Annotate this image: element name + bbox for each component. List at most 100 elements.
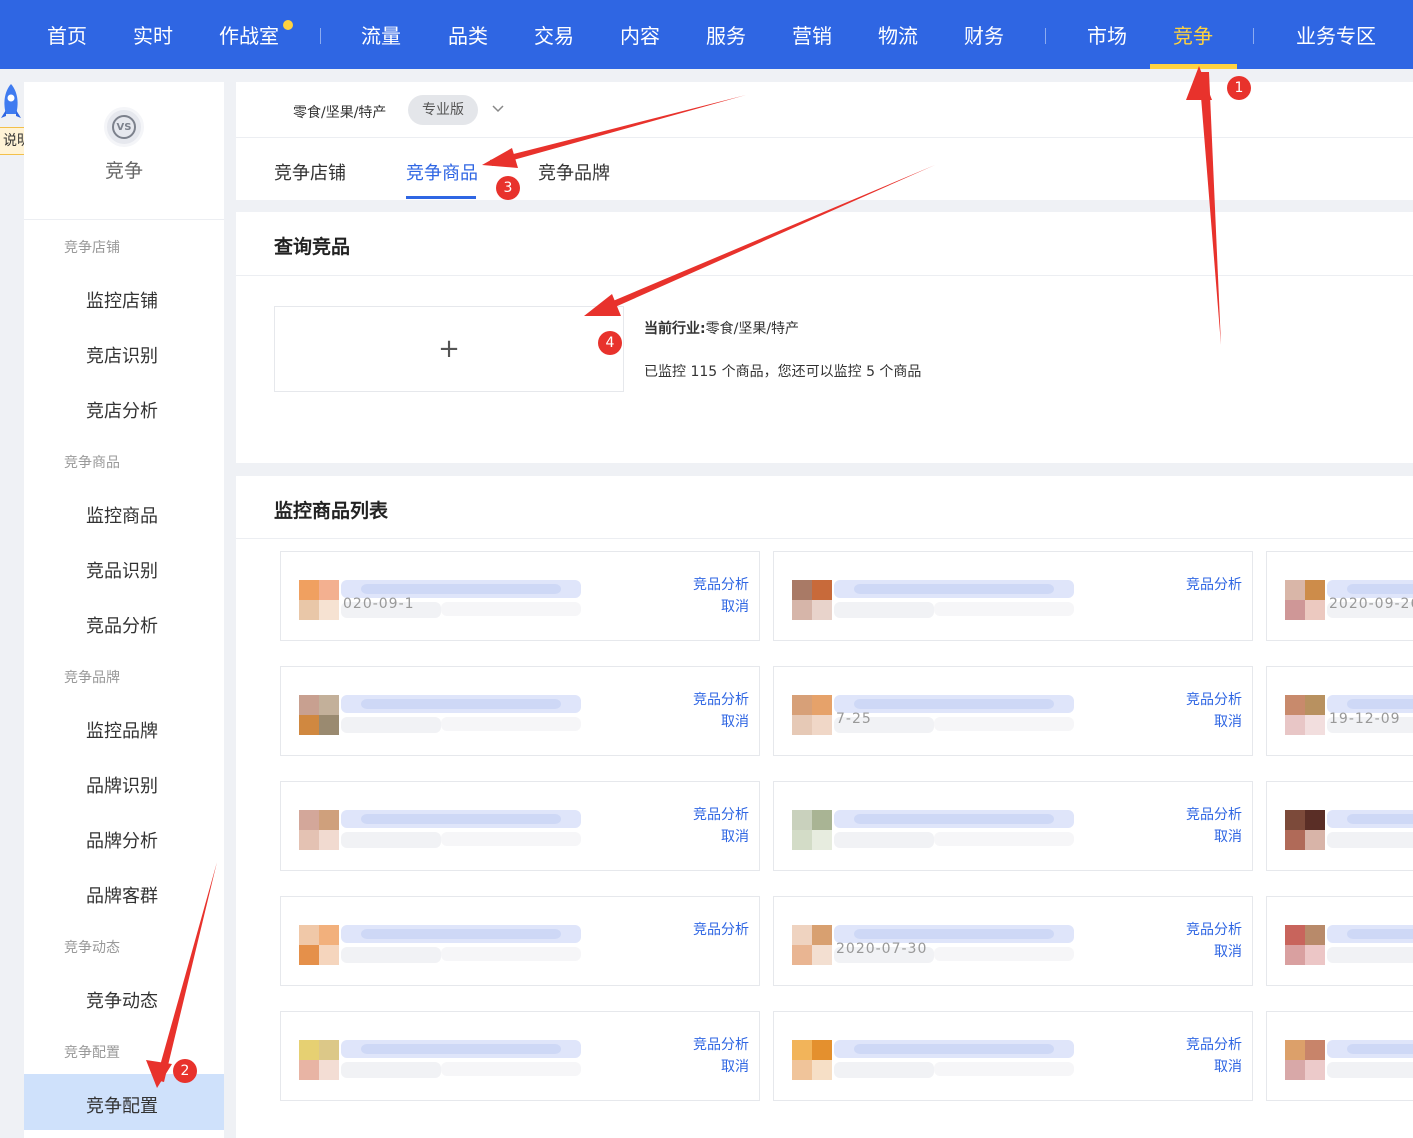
blurred-product-info: [792, 695, 1074, 735]
blurred-product-info: [792, 925, 1074, 965]
sidebar-group-shops: 竞争店铺: [64, 240, 120, 256]
partial-date-text: 2020-09-26: [1329, 596, 1413, 612]
product-card[interactable]: 竞品分析 取消: [280, 1011, 760, 1101]
nav-item-home[interactable]: 首页: [47, 0, 87, 69]
product-card[interactable]: 竞品分析: [773, 551, 1253, 641]
product-card[interactable]: 竞品分析: [1266, 896, 1413, 986]
product-card[interactable]: 2020-09-26竞品分析: [1266, 551, 1413, 641]
annotation-badge-3: 3: [496, 176, 520, 200]
sidebar-item-analyze-brands[interactable]: 品牌分析: [86, 827, 158, 853]
sidebar-divider: [24, 219, 224, 220]
sidebar-item-config[interactable]: 竞争配置: [86, 1092, 158, 1118]
sidebar-item-identify-products[interactable]: 竞品识别: [86, 557, 158, 583]
rocket-icon[interactable]: [0, 82, 22, 124]
sidebar: VS 竞争 竞争店铺 监控店铺 竞店识别 竞店分析 竞争商品 监控商品 竞品识别…: [24, 82, 224, 1138]
product-card[interactable]: 2020-07-30 竞品分析 取消: [773, 896, 1253, 986]
sidebar-item-monitor-brands[interactable]: 监控品牌: [86, 717, 158, 743]
nav-item-service[interactable]: 服务: [706, 0, 746, 69]
add-product-button[interactable]: +: [274, 306, 624, 392]
nav-item-finance[interactable]: 财务: [964, 0, 1004, 69]
analyze-product-link[interactable]: 竞品分析: [1186, 574, 1242, 594]
partial-date-text: 7-25: [836, 711, 872, 727]
nav-item-marketing[interactable]: 营销: [792, 0, 832, 69]
industry-selector[interactable]: 零食/坚果/特产: [293, 102, 386, 122]
nav-item-content[interactable]: 内容: [620, 0, 660, 69]
product-card[interactable]: 竞品分析: [280, 896, 760, 986]
product-card[interactable]: 竞品分析 取消: [773, 781, 1253, 871]
chevron-down-icon[interactable]: [492, 102, 504, 114]
blurred-product-info: [792, 580, 1074, 620]
sidebar-item-identify-shops[interactable]: 竞店识别: [86, 342, 158, 368]
monitor-count-text: 已监控 115 个商品，您还可以监控 5 个商品: [644, 364, 922, 380]
sidebar-group-brands: 竞争品牌: [64, 670, 120, 686]
edition-badge: 专业版: [408, 95, 478, 125]
partial-date-text: 19-12-09: [1329, 711, 1401, 727]
annotation-badge-2: 2: [173, 1059, 197, 1083]
cancel-monitor-link[interactable]: 取消: [1214, 826, 1242, 846]
product-card[interactable]: 竞品分析: [1266, 1011, 1413, 1101]
analyze-product-link[interactable]: 竞品分析: [693, 574, 749, 594]
product-card[interactable]: 竞品分析: [1266, 781, 1413, 871]
sidebar-item-analyze-products[interactable]: 竞品分析: [86, 612, 158, 638]
query-title: 查询竞品: [274, 236, 351, 258]
cancel-monitor-link[interactable]: 取消: [1214, 1056, 1242, 1076]
annotation-badge-4: 4: [598, 331, 622, 355]
tab-competing-products[interactable]: 竞争商品: [406, 159, 478, 185]
partial-date-text: 020-09-1: [343, 596, 415, 612]
top-nav: 首页 实时 作战室 流量 品类 交易 内容 服务 营销 物流 财务 市场 竞争 …: [0, 0, 1413, 69]
panel-divider: [236, 275, 1413, 276]
sidebar-item-identify-brands[interactable]: 品牌识别: [86, 772, 158, 798]
cancel-monitor-link[interactable]: 取消: [721, 1056, 749, 1076]
product-card[interactable]: 竞品分析 取消: [280, 781, 760, 871]
cancel-monitor-link[interactable]: 取消: [721, 596, 749, 616]
nav-item-logistics[interactable]: 物流: [878, 0, 918, 69]
nav-separator: [1045, 28, 1046, 44]
sidebar-item-analyze-shops[interactable]: 竞店分析: [86, 397, 158, 423]
cancel-monitor-link[interactable]: 取消: [721, 826, 749, 846]
tabs-divider: [236, 137, 1413, 138]
nav-item-realtime[interactable]: 实时: [133, 0, 173, 69]
cancel-monitor-link[interactable]: 取消: [721, 711, 749, 731]
sidebar-item-monitor-shops[interactable]: 监控店铺: [86, 287, 158, 313]
list-title: 监控商品列表: [274, 500, 389, 522]
vs-icon: VS: [104, 107, 144, 147]
panel-divider: [236, 538, 1413, 539]
product-card[interactable]: 7-25 竞品分析 取消: [773, 666, 1253, 756]
nav-item-transaction[interactable]: 交易: [534, 0, 574, 69]
sidebar-title: 竞争: [104, 160, 143, 182]
product-card[interactable]: 020-09-1 竞品分析 取消: [280, 551, 760, 641]
sidebar-item-brand-audience[interactable]: 品牌客群: [86, 882, 158, 908]
cancel-monitor-link[interactable]: 取消: [1214, 941, 1242, 961]
nav-item-warroom[interactable]: 作战室: [219, 0, 279, 69]
analyze-product-link[interactable]: 竞品分析: [1186, 1034, 1242, 1054]
nav-item-market[interactable]: 市场: [1087, 0, 1127, 69]
analyze-product-link[interactable]: 竞品分析: [693, 804, 749, 824]
product-card[interactable]: 竞品分析 取消: [280, 666, 760, 756]
cancel-monitor-link[interactable]: 取消: [1214, 711, 1242, 731]
analyze-product-link[interactable]: 竞品分析: [693, 919, 749, 939]
product-card[interactable]: 竞品分析 取消: [773, 1011, 1253, 1101]
analyze-product-link[interactable]: 竞品分析: [693, 1034, 749, 1054]
nav-item-business-zone[interactable]: 业务专区: [1296, 0, 1376, 69]
annotation-badge-1: 1: [1227, 76, 1251, 100]
tab-active-underline: [406, 196, 476, 199]
sidebar-group-dynamics: 竞争动态: [64, 940, 120, 956]
analyze-product-link[interactable]: 竞品分析: [1186, 804, 1242, 824]
blurred-product-info: [792, 810, 1074, 850]
sidebar-item-monitor-products[interactable]: 监控商品: [86, 502, 158, 528]
tab-competing-brands[interactable]: 竞争品牌: [538, 159, 610, 185]
sidebar-group-config: 竞争配置: [64, 1045, 120, 1061]
analyze-product-link[interactable]: 竞品分析: [693, 689, 749, 709]
analyze-product-link[interactable]: 竞品分析: [1186, 689, 1242, 709]
partial-date-text: 2020-07-30: [836, 941, 928, 957]
blurred-product-info: [1285, 925, 1413, 965]
nav-separator: [320, 28, 321, 44]
blurred-product-info: [1285, 1040, 1413, 1080]
sidebar-item-dynamics[interactable]: 竞争动态: [86, 987, 158, 1013]
nav-item-traffic[interactable]: 流量: [361, 0, 401, 69]
analyze-product-link[interactable]: 竞品分析: [1186, 919, 1242, 939]
tab-competing-shops[interactable]: 竞争店铺: [274, 159, 346, 185]
nav-item-category[interactable]: 品类: [448, 0, 488, 69]
product-card[interactable]: 19-12-09竞品分析: [1266, 666, 1413, 756]
nav-item-competition[interactable]: 竞争: [1173, 0, 1213, 69]
